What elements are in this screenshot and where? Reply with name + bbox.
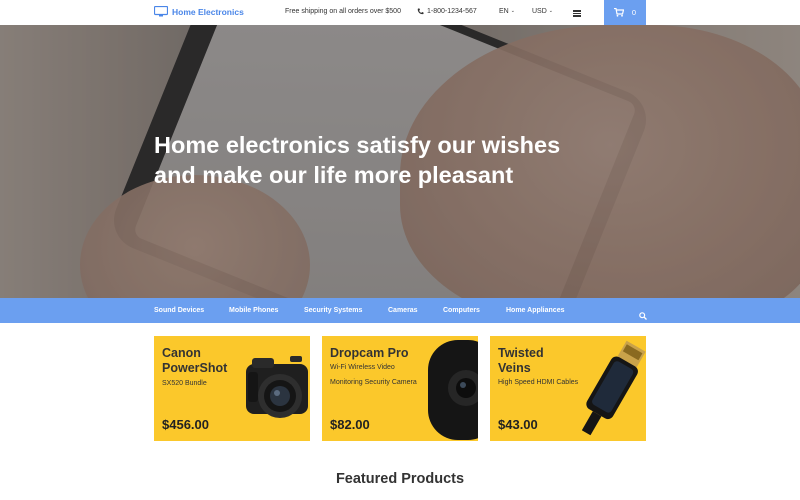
- phone-number: 1-800-1234-567: [427, 8, 477, 15]
- brand-name: Home Electronics: [172, 6, 244, 17]
- brand-logo[interactable]: Home Electronics: [154, 6, 244, 17]
- hero-title-line-2: and make our life more pleasant: [154, 162, 514, 188]
- product-price: $82.00: [330, 417, 370, 432]
- shipping-notice: Free shipping on all orders over $500: [285, 8, 401, 15]
- cart-count: 0: [631, 8, 637, 17]
- product-price: $456.00: [162, 417, 209, 432]
- hero-title-line-1: Home electronics satisfy our wishes: [154, 132, 561, 158]
- monitor-icon: [154, 6, 168, 17]
- product-tile-canon[interactable]: Canon PowerShot SX520 Bundle $456.00: [154, 336, 310, 441]
- security-camera-image: [426, 340, 478, 441]
- product-name-line-1: Canon: [162, 346, 201, 360]
- currency-value: USD: [532, 8, 547, 15]
- hero-title: Home electronics satisfy our wishes and …: [154, 130, 614, 190]
- hdmi-cable-image: [581, 340, 646, 441]
- product-name-line-1: Twisted: [498, 346, 544, 360]
- product-tile-dropcam[interactable]: Dropcam Pro Wi-Fi Wireless Video Monitor…: [322, 336, 478, 441]
- language-select[interactable]: EN ⌄: [499, 8, 515, 15]
- product-subtitle-line-2: Monitoring Security Camera: [330, 379, 417, 386]
- product-subtitle-line-1: Wi-Fi Wireless Video: [330, 364, 395, 371]
- product-subtitle: High Speed HDMI Cables: [498, 379, 579, 386]
- cart-icon: [613, 4, 625, 22]
- product-price: $43.00: [498, 417, 538, 432]
- product-subtitle: SX520 Bundle: [162, 380, 207, 387]
- language-value: EN: [499, 8, 509, 15]
- nav-computers[interactable]: Computers: [443, 307, 480, 314]
- hamburger-menu-icon[interactable]: [573, 10, 581, 17]
- chevron-down-icon: ⌄: [548, 8, 553, 14]
- hero-banner: Home electronics satisfy our wishes and …: [0, 25, 800, 298]
- nav-home-appliances[interactable]: Home Appliances: [506, 307, 564, 314]
- phone-icon: [417, 8, 424, 15]
- product-name-line-2: PowerShot: [162, 361, 228, 375]
- product-tile-twisted-veins[interactable]: Twisted Veins High Speed HDMI Cables $43…: [490, 336, 646, 441]
- featured-products-heading: Featured Products: [335, 471, 465, 487]
- camera-image: [242, 350, 310, 435]
- search-icon[interactable]: [639, 307, 647, 320]
- nav-security-systems[interactable]: Security Systems: [304, 307, 362, 314]
- chevron-down-icon: ⌄: [510, 8, 515, 14]
- product-name: Canon PowerShot: [162, 346, 227, 376]
- nav-cameras[interactable]: Cameras: [388, 307, 418, 314]
- nav-mobile-phones[interactable]: Mobile Phones: [229, 307, 278, 314]
- product-name-line-2: Veins: [498, 361, 531, 375]
- product-name: Twisted Veins: [498, 346, 544, 376]
- nav-sound-devices[interactable]: Sound Devices: [154, 307, 204, 314]
- phone-contact[interactable]: 1-800-1234-567: [417, 8, 477, 15]
- top-bar: Home Electronics Free shipping on all or…: [0, 0, 800, 25]
- currency-select[interactable]: USD ⌄: [532, 8, 553, 15]
- product-name: Dropcam Pro: [330, 346, 409, 360]
- cart-button[interactable]: 0: [604, 0, 646, 25]
- category-nav: Sound Devices Mobile Phones Security Sys…: [0, 298, 800, 323]
